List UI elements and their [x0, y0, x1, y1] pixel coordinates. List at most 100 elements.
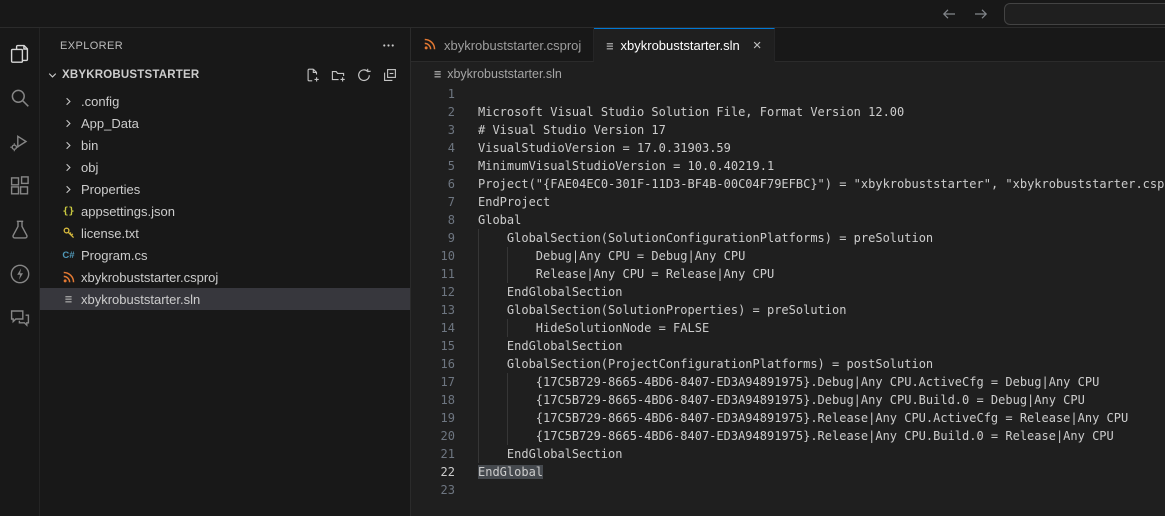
explorer-item-license-txt[interactable]: license.txt	[40, 222, 410, 244]
explorer-item-properties[interactable]: Properties	[40, 178, 410, 200]
code-line-11[interactable]: 11Release|Any CPU = Release|Any CPU	[411, 265, 1165, 283]
vscode-window: EXPLORER XBYKROBUSTSTARTER	[0, 0, 1165, 516]
code-editor[interactable]: 12Microsoft Visual Studio Solution File,…	[411, 85, 1165, 499]
line-number: 18	[411, 391, 455, 409]
chat-icon[interactable]	[7, 305, 32, 330]
json-braces-icon: {}	[62, 206, 74, 217]
code-line-4[interactable]: 4VisualStudioVersion = 17.0.31903.59	[411, 139, 1165, 157]
code-line-3[interactable]: 3# Visual Studio Version 17	[411, 121, 1165, 139]
editor-group: xbykrobuststarter.csproj≡xbykrobuststart…	[411, 28, 1165, 516]
code-line-6[interactable]: 6Project("{FAE04EC0-301F-11D3-BF4B-00C04…	[411, 175, 1165, 193]
indent-guide	[478, 319, 507, 337]
explorer-item-obj[interactable]: obj	[40, 156, 410, 178]
indent-guide	[507, 391, 536, 409]
new-folder-icon[interactable]	[329, 67, 346, 84]
chevron-right-icon	[61, 138, 76, 153]
tab-bar: xbykrobuststarter.csproj≡xbykrobuststart…	[411, 28, 1165, 62]
line-number: 22	[411, 463, 455, 481]
search-icon[interactable]	[7, 85, 32, 110]
code-line-15[interactable]: 15EndGlobalSection	[411, 337, 1165, 355]
project-name: XBYKROBUSTSTARTER	[62, 69, 303, 81]
tab-xbykrobuststarter.sln[interactable]: ≡xbykrobuststarter.sln×	[594, 28, 774, 62]
refresh-icon[interactable]	[355, 67, 372, 84]
line-number: 6	[411, 175, 455, 193]
explorer-item-xbykrobuststarter-csproj[interactable]: xbykrobuststarter.csproj	[40, 266, 410, 288]
code-text: {17C5B729-8665-4BD6-8407-ED3A94891975}.D…	[536, 393, 1085, 407]
tab-bar-empty-space	[775, 28, 1165, 62]
nav-arrows	[940, 5, 990, 23]
line-number: 9	[411, 229, 455, 247]
explorer-item-xbykrobuststarter-sln[interactable]: ≡xbykrobuststarter.sln	[40, 288, 410, 310]
code-line-10[interactable]: 10Debug|Any CPU = Debug|Any CPU	[411, 247, 1165, 265]
explorer-item-label: bin	[81, 138, 98, 153]
code-line-16[interactable]: 16GlobalSection(ProjectConfigurationPlat…	[411, 355, 1165, 373]
code-line-5[interactable]: 5 MinimumVisualStudioVersion = 10.0.40219…	[411, 157, 1165, 175]
line-number: 15	[411, 337, 455, 355]
code-line-20[interactable]: 20{17C5B729-8665-4BD6-8407-ED3A94891975}…	[411, 427, 1165, 445]
ellipsis-icon[interactable]	[378, 36, 398, 56]
indent-guide	[478, 283, 507, 301]
csharp-icon: C#	[62, 250, 74, 261]
code-line-9[interactable]: 9GlobalSection(SolutionConfigurationPlat…	[411, 229, 1165, 247]
indent-guide	[478, 445, 507, 463]
indent-guide	[507, 373, 536, 391]
tab-xbykrobuststarter.csproj[interactable]: xbykrobuststarter.csproj	[411, 28, 594, 62]
list-icon: ≡	[606, 39, 613, 53]
code-line-7[interactable]: 7EndProject	[411, 193, 1165, 211]
code-line-8[interactable]: 8Global	[411, 211, 1165, 229]
code-line-19[interactable]: 19{17C5B729-8665-4BD6-8407-ED3A94891975}…	[411, 409, 1165, 427]
code-text: EndGlobalSection	[507, 285, 623, 299]
explorer-item-appsettings-json[interactable]: {}appsettings.json	[40, 200, 410, 222]
explorer-item-app-data[interactable]: App_Data	[40, 112, 410, 134]
code-line-17[interactable]: 17 {17C5B729-8665-4BD6-8407-ED3A94891975}…	[411, 373, 1165, 391]
explorer-item-bin[interactable]: bin	[40, 134, 410, 156]
code-text: EndProject	[478, 195, 550, 209]
new-file-icon[interactable]	[303, 67, 320, 84]
indent-guide	[478, 301, 507, 319]
line-number: 12	[411, 283, 455, 301]
code-line-14[interactable]: 14HideSolutionNode = FALSE	[411, 319, 1165, 337]
testing-icon[interactable]	[7, 217, 32, 242]
activity-bar	[0, 28, 40, 516]
code-text: MinimumVisualStudioVersion = 10.0.40219.…	[478, 159, 774, 173]
indent-guide	[478, 409, 507, 427]
line-number: 5	[411, 157, 455, 175]
code-text: {17C5B729-8665-4BD6-8407-ED3A94891975}.D…	[536, 375, 1100, 389]
list-icon: ≡	[65, 292, 72, 306]
title-bar	[0, 0, 1165, 28]
code-line-12[interactable]: 12 EndGlobalSection	[411, 283, 1165, 301]
explorer-toolbar	[303, 67, 398, 84]
code-text: {17C5B729-8665-4BD6-8407-ED3A94891975}.R…	[536, 411, 1128, 425]
code-line-23[interactable]: 23	[411, 481, 1165, 499]
indent-guide	[507, 265, 536, 283]
file-tree: .configApp_Databin objProperties{}appsett…	[40, 90, 410, 310]
explorer-icon[interactable]	[7, 41, 32, 66]
command-center-searchbox[interactable]	[1004, 3, 1165, 25]
line-number: 17	[411, 373, 455, 391]
code-line-21[interactable]: 21EndGlobalSection	[411, 445, 1165, 463]
zap-icon[interactable]	[7, 261, 32, 286]
run-debug-icon[interactable]	[7, 129, 32, 154]
collapse-all-icon[interactable]	[381, 67, 398, 84]
extensions-icon[interactable]	[7, 173, 32, 198]
code-line-13[interactable]: 13GlobalSection(SolutionProperties) = pr…	[411, 301, 1165, 319]
code-text: VisualStudioVersion = 17.0.31903.59	[478, 141, 731, 155]
explorer-item-program-cs[interactable]: C#Program.cs	[40, 244, 410, 266]
code-line-18[interactable]: 18 {17C5B729-8665-4BD6-8407-ED3A94891975}…	[411, 391, 1165, 409]
breadcrumb[interactable]: ≡ xbykrobuststarter.sln	[411, 62, 1165, 85]
explorer-item--config[interactable]: .config	[40, 90, 410, 112]
chevron-down-icon	[44, 67, 60, 83]
go-back-button[interactable]	[940, 5, 958, 23]
list-icon: ≡	[434, 67, 441, 81]
code-line-22[interactable]: 22EndGlobal	[411, 463, 1165, 481]
code-text: Global	[478, 213, 521, 227]
chevron-right-icon	[61, 116, 76, 131]
code-line-2[interactable]: 2Microsoft Visual Studio Solution File, …	[411, 103, 1165, 121]
line-number: 11	[411, 265, 455, 283]
code-line-1[interactable]: 1	[411, 85, 1165, 103]
indent-guide	[478, 373, 507, 391]
tab-close-icon[interactable]: ×	[753, 38, 762, 53]
go-forward-button[interactable]	[972, 5, 990, 23]
project-section-header[interactable]: XBYKROBUSTSTARTER	[40, 63, 410, 87]
explorer-item-label: license.txt	[81, 226, 139, 241]
